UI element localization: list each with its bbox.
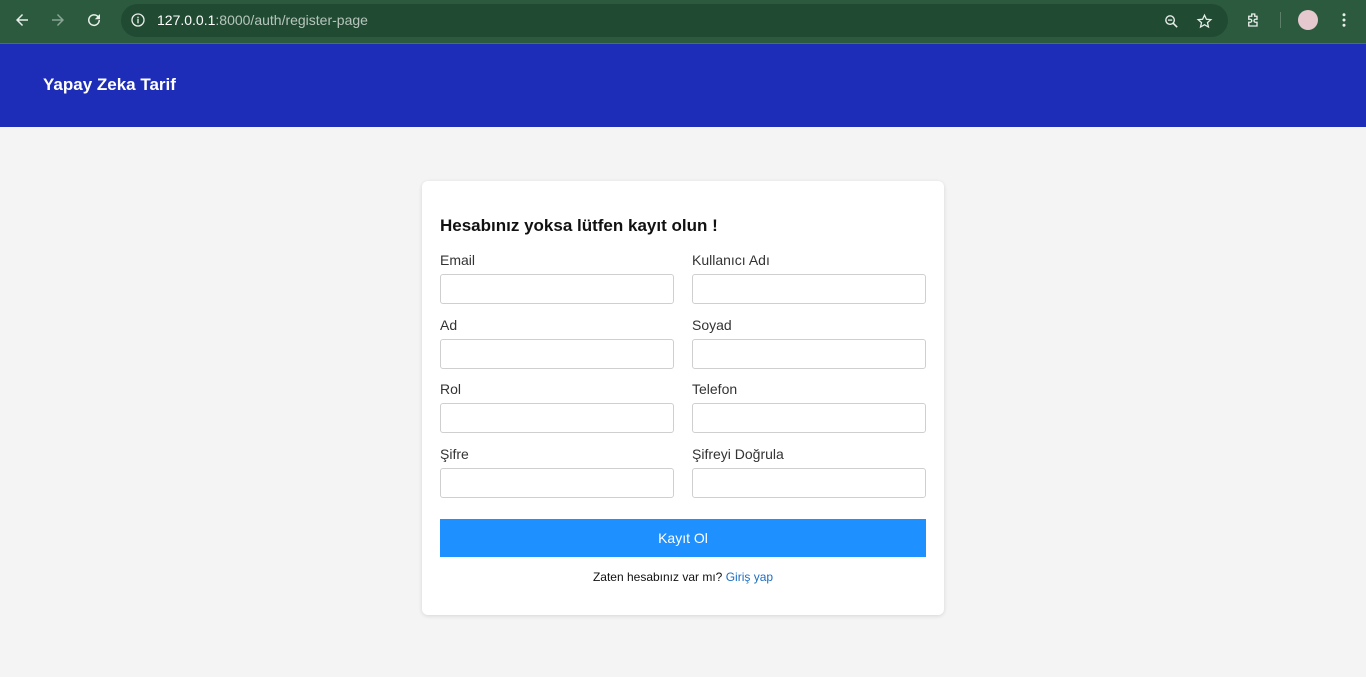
phone-label: Telefon bbox=[692, 381, 738, 397]
password-confirm-input[interactable] bbox=[692, 468, 926, 498]
url-host: 127.0.0.1 bbox=[157, 12, 216, 28]
username-input[interactable] bbox=[692, 274, 926, 304]
username-field: Kullanıcı Adı bbox=[692, 252, 926, 304]
menu-icon[interactable] bbox=[1333, 9, 1355, 31]
login-link[interactable]: Giriş yap bbox=[726, 570, 773, 584]
bookmark-star-icon[interactable] bbox=[1194, 11, 1214, 31]
register-card: Hesabınız yoksa lütfen kayıt olun ! Emai… bbox=[422, 181, 944, 615]
role-input[interactable] bbox=[440, 403, 674, 433]
password-input[interactable] bbox=[440, 468, 674, 498]
extensions-icon[interactable] bbox=[1243, 9, 1265, 31]
first-name-field: Ad bbox=[440, 317, 674, 369]
site-info-icon[interactable] bbox=[129, 11, 147, 29]
email-label: Email bbox=[440, 252, 476, 268]
form-title: Hesabınız yoksa lütfen kayıt olun ! bbox=[440, 216, 718, 235]
url-path: :8000/auth/register-page bbox=[215, 12, 368, 28]
last-name-input[interactable] bbox=[692, 339, 926, 369]
role-field: Rol bbox=[440, 381, 674, 433]
address-bar[interactable]: 127.0.0.1:8000/auth/register-page bbox=[121, 4, 1228, 37]
site-header: Yapay Zeka Tarif bbox=[0, 43, 1366, 127]
username-label: Kullanıcı Adı bbox=[692, 252, 770, 268]
password-confirm-label: Şifreyi Doğrula bbox=[692, 446, 784, 462]
email-field: Email bbox=[440, 252, 674, 304]
password-label: Şifre bbox=[440, 446, 469, 462]
phone-field: Telefon bbox=[692, 381, 926, 433]
brand-title[interactable]: Yapay Zeka Tarif bbox=[43, 75, 176, 95]
email-input[interactable] bbox=[440, 274, 674, 304]
password-field: Şifre bbox=[440, 446, 674, 498]
zoom-icon[interactable] bbox=[1161, 11, 1181, 31]
register-button[interactable]: Kayıt Ol bbox=[440, 519, 926, 557]
password-confirm-field: Şifreyi Doğrula bbox=[692, 446, 926, 498]
phone-input[interactable] bbox=[692, 403, 926, 433]
browser-toolbar: 127.0.0.1:8000/auth/register-page bbox=[0, 0, 1366, 43]
role-label: Rol bbox=[440, 381, 462, 397]
url-text: 127.0.0.1:8000/auth/register-page bbox=[157, 12, 368, 28]
first-name-label: Ad bbox=[440, 317, 458, 333]
login-prompt-text: Zaten hesabınız var mı? bbox=[592, 570, 723, 584]
forward-icon[interactable] bbox=[46, 8, 70, 32]
toolbar-divider bbox=[1280, 12, 1281, 28]
first-name-input[interactable] bbox=[440, 339, 674, 369]
login-prompt: Zaten hesabınız var mı? Giriş yap bbox=[422, 570, 944, 584]
last-name-label: Soyad bbox=[692, 317, 732, 333]
back-icon[interactable] bbox=[10, 8, 34, 32]
last-name-field: Soyad bbox=[692, 317, 926, 369]
reload-icon[interactable] bbox=[82, 8, 106, 32]
profile-avatar[interactable] bbox=[1298, 10, 1318, 30]
